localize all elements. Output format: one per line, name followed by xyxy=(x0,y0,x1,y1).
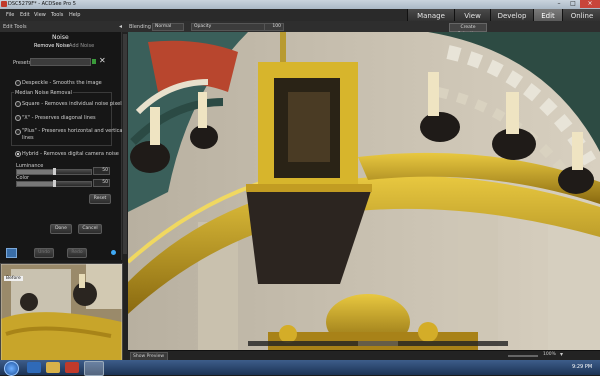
image-canvas[interactable] xyxy=(128,32,600,350)
windows-taskbar: 9:29 PM xyxy=(0,360,600,376)
despeckle-label: Despeckle - Smooths the image xyxy=(22,80,102,86)
x-label: "X" - Preserves diagonal lines xyxy=(22,115,96,121)
hybrid-radio[interactable] xyxy=(15,151,21,157)
acdsee-taskbar-icon[interactable] xyxy=(84,361,104,376)
despeckle-radio[interactable] xyxy=(15,80,21,86)
collapse-icon[interactable]: ◂ xyxy=(119,23,122,30)
x-radio[interactable] xyxy=(15,115,21,121)
zoom-dropdown-icon[interactable]: ▾ xyxy=(560,351,563,358)
opacity-slider[interactable]: Opacity xyxy=(191,23,267,31)
explorer-taskbar-icon[interactable] xyxy=(46,362,60,373)
tab-add-noise[interactable]: Add Noise xyxy=(69,43,94,49)
edit-tools-label: Edit Tools xyxy=(3,24,27,30)
luminance-slider-handle[interactable] xyxy=(53,168,56,175)
window-title: DSC5279F* - ACDSee Pro 5 xyxy=(8,1,76,7)
tab-remove-noise[interactable]: Remove Noise xyxy=(34,43,70,49)
square-radio[interactable] xyxy=(15,101,21,107)
menu-help[interactable]: Help xyxy=(69,12,80,18)
scrollbar-thumb[interactable] xyxy=(123,34,127,254)
blending-label: Blending xyxy=(129,24,151,30)
color-input[interactable]: 50 xyxy=(93,179,110,187)
create-selection-button[interactable]: Create Selection xyxy=(449,23,487,37)
zoom-slider[interactable] xyxy=(508,355,538,357)
help-icon[interactable] xyxy=(111,250,116,255)
blending-select[interactable]: Normal xyxy=(152,23,184,31)
main-photo xyxy=(128,32,600,350)
ie-taskbar-icon[interactable] xyxy=(27,362,41,373)
panel-title: Noise xyxy=(52,34,69,41)
zoom-level: 100% xyxy=(543,352,556,357)
noise-panel: Noise Remove Noise Add Noise Presets ✕ D… xyxy=(0,32,125,260)
maximize-button[interactable]: □ xyxy=(566,0,580,8)
clock-time: 9:29 PM xyxy=(572,364,593,370)
color-slider[interactable] xyxy=(16,180,92,187)
delete-preset-icon[interactable]: ✕ xyxy=(99,56,106,65)
luminance-input[interactable]: 50 xyxy=(93,167,110,175)
horizontal-scrollbar[interactable] xyxy=(248,341,508,346)
median-group-title: Median Noise Removal xyxy=(14,90,73,96)
plus-label-line2: lines xyxy=(22,135,34,141)
media-taskbar-icon[interactable] xyxy=(65,362,79,373)
before-preview-panel: Before xyxy=(0,263,123,362)
title-bar: DSC5279F* - ACDSee Pro 5 – □ × xyxy=(0,0,600,9)
cancel-button[interactable]: Cancel xyxy=(78,224,102,234)
presets-label: Presets xyxy=(13,60,32,66)
plus-label: "Plus" - Preserves horizontal and vertic… xyxy=(22,128,124,134)
undo-button[interactable]: Undo xyxy=(34,248,54,258)
opacity-value: 100 xyxy=(272,24,281,29)
presets-dropdown[interactable] xyxy=(30,58,91,66)
compare-icon[interactable] xyxy=(6,248,17,258)
opacity-label: Opacity xyxy=(194,24,212,29)
before-label: Before xyxy=(4,276,23,281)
hybrid-label: Hybrid - Removes digital camera noise xyxy=(22,151,119,157)
horizontal-scrollbar-thumb[interactable] xyxy=(358,341,398,346)
done-button[interactable]: Done xyxy=(50,224,72,234)
square-label: Square - Removes individual noise pixels xyxy=(22,101,125,107)
show-preview-label: Show Preview xyxy=(133,354,165,359)
menu-edit[interactable]: Edit xyxy=(20,12,30,18)
blending-value: Normal xyxy=(155,24,172,29)
redo-button[interactable]: Redo xyxy=(67,248,87,258)
close-button[interactable]: × xyxy=(580,0,600,8)
menu-view[interactable]: View xyxy=(34,12,46,18)
save-preset-icon[interactable] xyxy=(92,59,96,64)
minimize-button[interactable]: – xyxy=(552,0,566,8)
plus-radio[interactable] xyxy=(15,129,21,135)
reset-button[interactable]: Reset xyxy=(89,194,111,204)
color-slider-handle[interactable] xyxy=(53,180,56,187)
opacity-input[interactable]: 100 xyxy=(264,23,284,31)
start-button[interactable] xyxy=(4,361,19,376)
menu-tools[interactable]: Tools xyxy=(51,12,63,18)
acdsee-app-icon xyxy=(1,1,7,7)
menu-file[interactable]: File xyxy=(6,12,14,18)
